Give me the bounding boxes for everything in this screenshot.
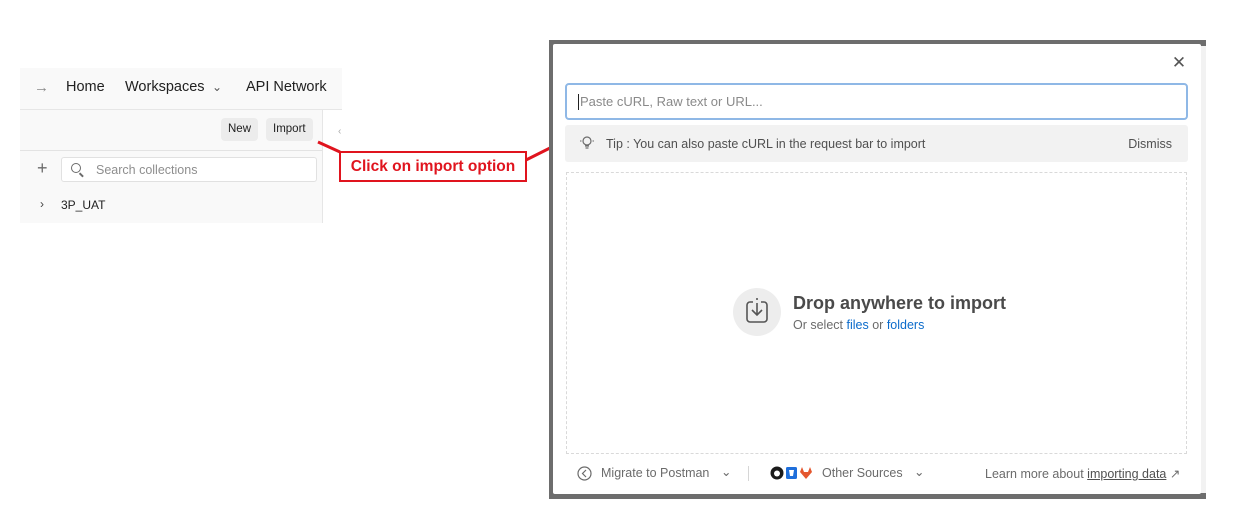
learn-more-prefix: Learn more about	[985, 467, 1084, 481]
drop-subtitle: Or select files or folders	[793, 318, 924, 332]
import-text-field[interactable]	[565, 83, 1188, 120]
importing-data-link[interactable]: importing data	[1087, 467, 1166, 481]
chevron-down-icon[interactable]: ⌄	[721, 464, 731, 479]
migrate-to-postman-button[interactable]: Migrate to Postman	[601, 466, 709, 480]
text-caret	[578, 94, 579, 110]
source-logos-icon	[770, 466, 812, 480]
footer-divider	[748, 466, 749, 481]
import-dialog: ✕ Tip : You can also paste cURL in the r…	[553, 44, 1201, 494]
import-footer: Migrate to Postman ⌄ Other Sources ⌄ Lea…	[565, 460, 1188, 486]
folders-link[interactable]: folders	[887, 318, 925, 332]
external-link-icon: ↗	[1169, 467, 1181, 481]
learn-more-text: Learn more about importing data ↗	[985, 466, 1180, 481]
tip-text: Tip : You can also paste cURL in the req…	[606, 137, 926, 151]
connector-left	[317, 140, 341, 154]
tip-banner: Tip : You can also paste cURL in the req…	[565, 125, 1188, 162]
migrate-icon	[577, 466, 592, 481]
lightbulb-icon	[580, 136, 594, 149]
paste-input[interactable]	[578, 93, 1172, 110]
other-sources-button[interactable]: Other Sources	[822, 466, 903, 480]
dismiss-button[interactable]: Dismiss	[1128, 137, 1172, 151]
drop-title: Drop anywhere to import	[793, 293, 1007, 313]
or-word: or	[872, 318, 884, 332]
annotation-label: Click on import option	[339, 151, 527, 182]
drop-sub-prefix: Or select	[793, 318, 844, 332]
chevron-down-icon[interactable]: ⌄	[914, 464, 924, 479]
close-icon[interactable]: ✕	[1170, 54, 1188, 72]
import-download-icon	[733, 288, 781, 336]
drop-zone[interactable]: Drop anywhere to import Or select files …	[566, 172, 1187, 454]
files-link[interactable]: files	[847, 318, 869, 332]
